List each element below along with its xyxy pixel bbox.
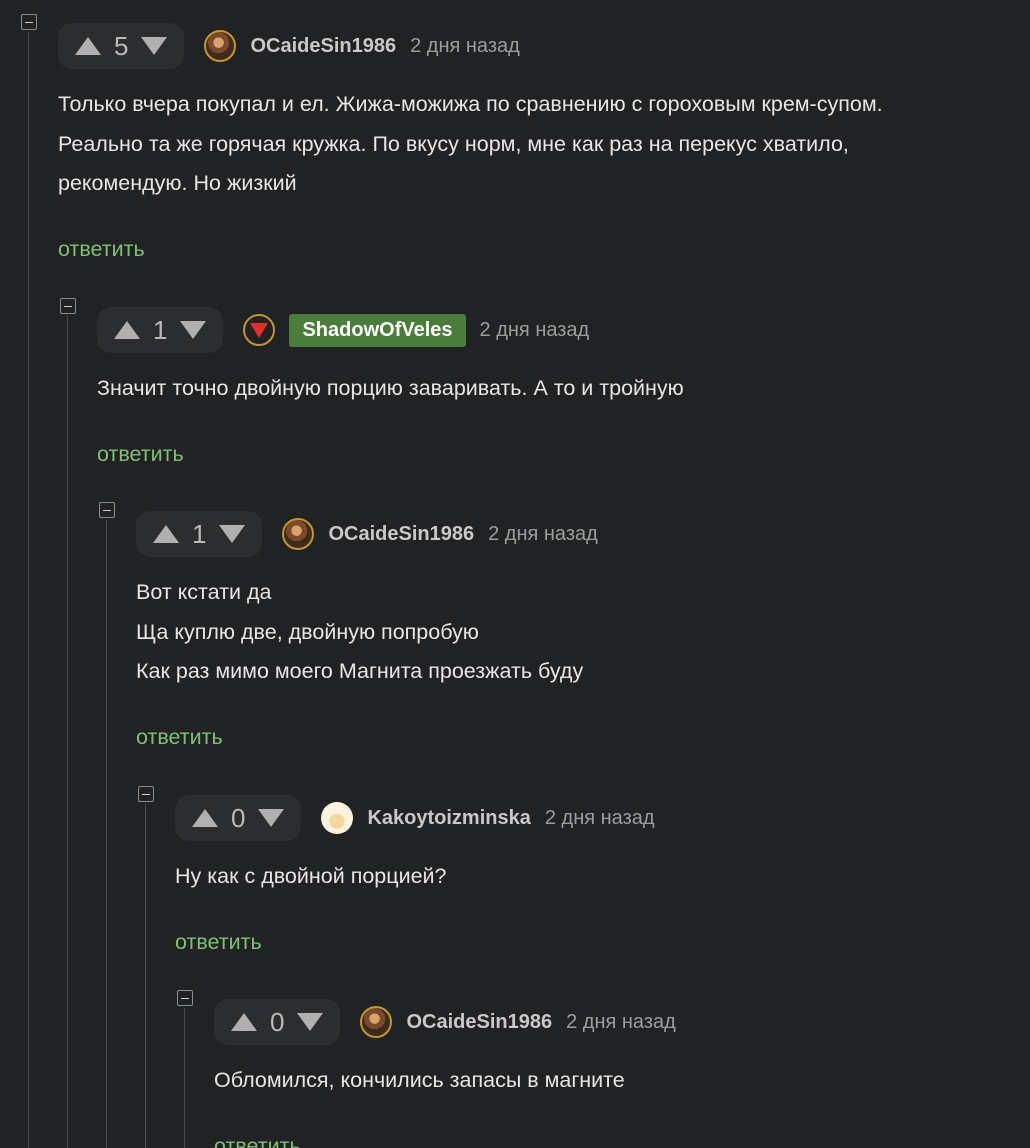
- reply-link[interactable]: ответить: [136, 725, 598, 750]
- comment-text: Ну как с двойной порцией?: [175, 857, 655, 897]
- comment-text: Только вчера покупал и ел. Жижа-можижа п…: [58, 85, 883, 204]
- thread-line[interactable]: [28, 32, 29, 1148]
- vote-box: 1: [136, 511, 263, 557]
- comment-line: Ща куплю две, двойную попробую: [136, 619, 479, 644]
- vote-box: 5: [58, 23, 185, 69]
- vote-box: 0: [214, 999, 341, 1045]
- vote-box: 1: [97, 307, 224, 353]
- vote-count: 0: [270, 1007, 285, 1037]
- comment-header: 1 ShadowOfVeles 2 дня назад: [97, 307, 684, 353]
- user-avatar[interactable]: [360, 1006, 393, 1038]
- comment-text: Вот кстати да Ща куплю две, двойную попр…: [136, 573, 598, 692]
- comment-line: рекомендую. Но жизкий: [58, 171, 297, 195]
- timestamp: 2 дня назад: [566, 1010, 676, 1033]
- comment-header: 0 OCaideSin1986 2 дня назад: [214, 999, 676, 1045]
- vote-count: 1: [192, 519, 207, 549]
- reply-link[interactable]: ответить: [97, 442, 684, 467]
- timestamp: 2 дня назад: [544, 806, 655, 829]
- comment: 5 OCaideSin1986 2 дня назад Только вчера…: [58, 23, 883, 262]
- comment-line: Реально та же горячая кружка. По вкусу н…: [58, 131, 849, 156]
- thread-line[interactable]: [145, 804, 146, 1148]
- timestamp: 2 дня назад: [488, 522, 598, 545]
- downvote-arrow-icon[interactable]: [179, 320, 207, 340]
- username[interactable]: ShadowOfVeles: [289, 313, 466, 347]
- vote-box: 0: [175, 795, 302, 841]
- comment-line: Ну как с двойной порцией?: [175, 864, 447, 888]
- timestamp: 2 дня назад: [479, 318, 590, 341]
- comment: 0 OCaideSin1986 2 дня назад Обломился, к…: [214, 999, 676, 1148]
- thread-line[interactable]: [184, 1008, 185, 1148]
- username[interactable]: Kakoytoizminska: [367, 807, 530, 830]
- thread-line[interactable]: [106, 520, 107, 1148]
- downvote-arrow-icon[interactable]: [257, 808, 285, 828]
- collapse-button[interactable]: [60, 298, 76, 314]
- comment-line: Обломился, кончились запасы в магните: [214, 1068, 625, 1092]
- user-avatar[interactable]: [282, 518, 315, 550]
- collapse-button[interactable]: [99, 502, 115, 518]
- upvote-arrow-icon[interactable]: [74, 36, 102, 56]
- user-avatar[interactable]: [243, 314, 276, 346]
- comment-line: Вот кстати да: [136, 580, 272, 604]
- comment: 0 Kakoytoizminska 2 дня назад Ну как с д…: [175, 795, 655, 955]
- reply-link[interactable]: ответить: [175, 930, 655, 955]
- username[interactable]: OCaideSin1986: [328, 523, 474, 546]
- user-avatar[interactable]: [204, 30, 237, 62]
- collapse-button[interactable]: [177, 990, 193, 1006]
- upvote-arrow-icon[interactable]: [191, 808, 219, 828]
- vote-count: 1: [153, 315, 168, 345]
- comment: 1 ShadowOfVeles 2 дня назад Значит точно…: [97, 307, 684, 467]
- collapse-button[interactable]: [138, 786, 154, 802]
- downvote-arrow-icon[interactable]: [296, 1012, 324, 1032]
- comment-thread: 5 OCaideSin1986 2 дня назад Только вчера…: [0, 0, 1030, 1148]
- comment-header: 0 Kakoytoizminska 2 дня назад: [175, 795, 655, 841]
- reply-link[interactable]: ответить: [58, 237, 883, 262]
- username[interactable]: OCaideSin1986: [250, 35, 396, 58]
- thread-line[interactable]: [67, 316, 68, 1148]
- reply-link[interactable]: ответить: [214, 1134, 676, 1148]
- comment: 1 OCaideSin1986 2 дня назад Вот кстати д…: [136, 511, 598, 750]
- comment-header: 1 OCaideSin1986 2 дня назад: [136, 511, 598, 557]
- red-triangle-icon: [250, 323, 269, 338]
- timestamp: 2 дня назад: [410, 34, 520, 57]
- comment-text: Обломился, кончились запасы в магните: [214, 1061, 676, 1101]
- vote-count: 0: [231, 803, 246, 833]
- upvote-arrow-icon[interactable]: [113, 320, 141, 340]
- vote-count: 5: [114, 31, 129, 61]
- upvote-arrow-icon[interactable]: [230, 1012, 258, 1032]
- comment-line: Как раз мимо моего Магнита проезжать буд…: [136, 659, 584, 683]
- comment-text: Значит точно двойную порцию заваривать. …: [97, 369, 684, 409]
- username[interactable]: OCaideSin1986: [406, 1011, 552, 1034]
- comment-line: Только вчера покупал и ел. Жижа-можижа п…: [58, 92, 883, 116]
- user-avatar[interactable]: [321, 802, 354, 834]
- comment-line: Значит точно двойную порцию заваривать. …: [97, 376, 684, 400]
- downvote-arrow-icon[interactable]: [218, 524, 246, 544]
- upvote-arrow-icon[interactable]: [152, 524, 180, 544]
- downvote-arrow-icon[interactable]: [140, 36, 168, 56]
- collapse-button[interactable]: [21, 14, 37, 30]
- comment-header: 5 OCaideSin1986 2 дня назад: [58, 23, 883, 69]
